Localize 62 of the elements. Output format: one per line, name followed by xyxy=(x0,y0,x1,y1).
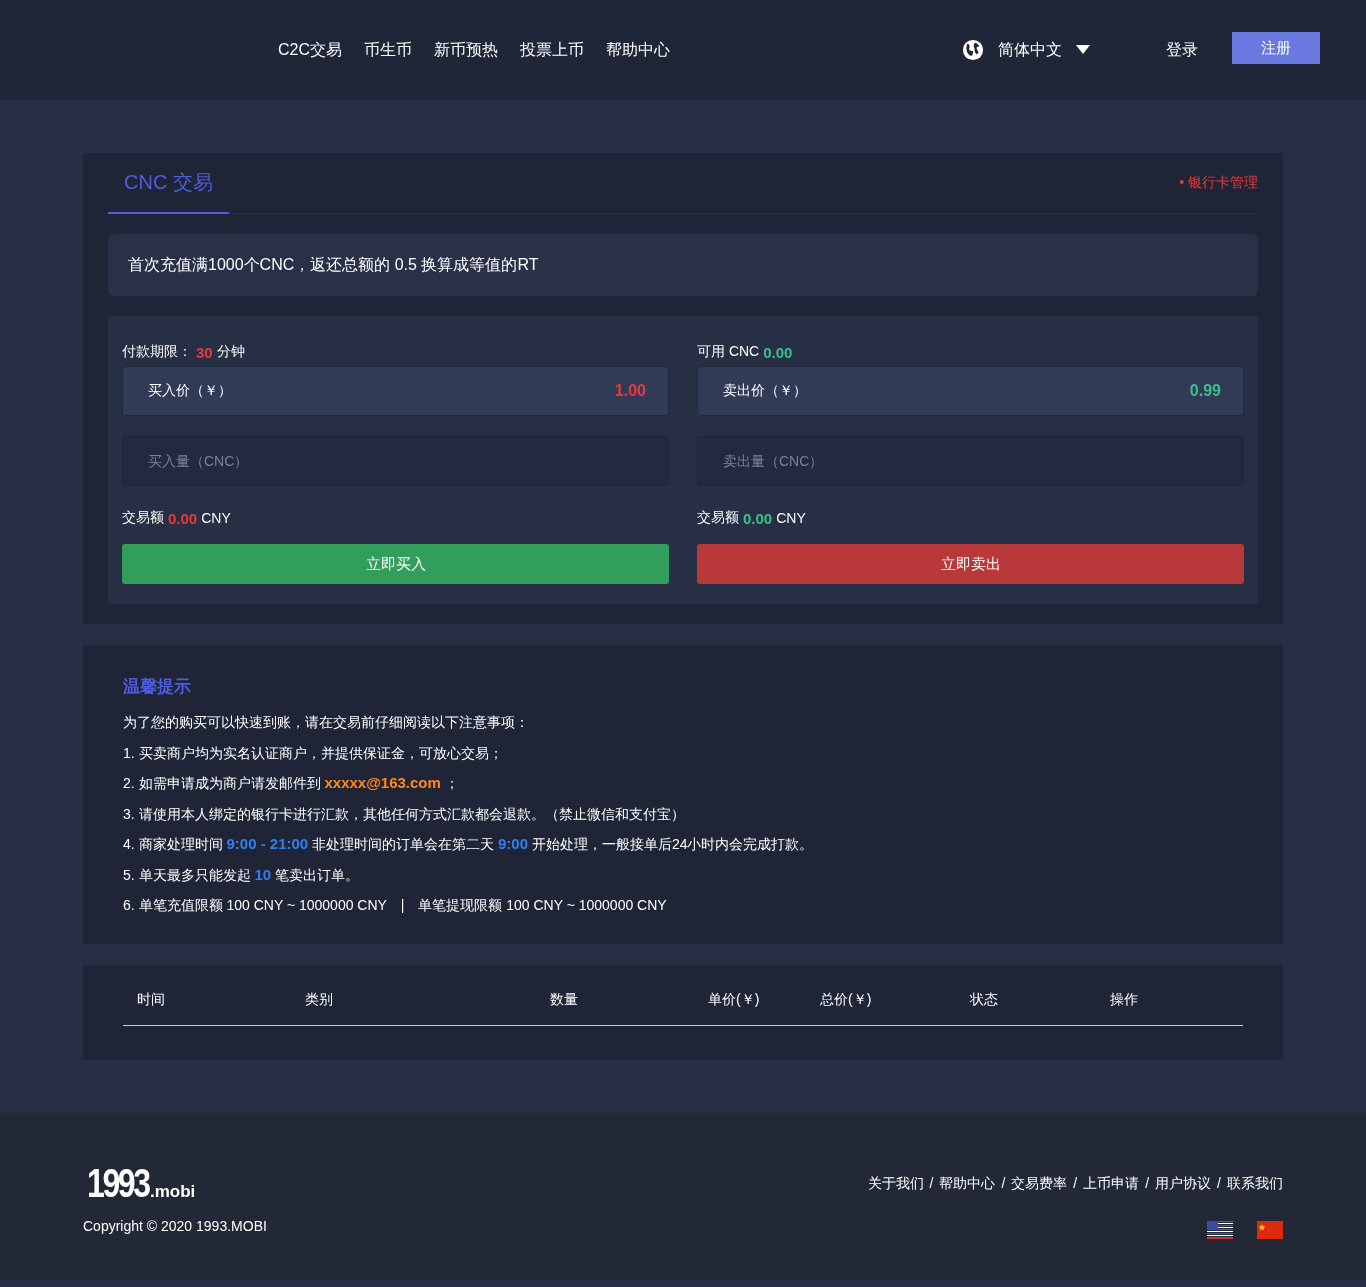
column-header: 操作 xyxy=(1110,990,1139,1009)
bank-card-link[interactable]: • 银行卡管理 xyxy=(1179,174,1258,192)
tip-text: 1. 买卖商户均为实名认证商户，并提供保证金，可放心交易； xyxy=(123,743,504,763)
amount-input[interactable]: 卖出量（CNC） xyxy=(697,436,1244,486)
footer-link[interactable]: 用户协议 xyxy=(1155,1174,1212,1193)
price-field[interactable]: 卖出价（￥） 0.99 xyxy=(697,366,1244,416)
nav-link[interactable]: 帮助中心 xyxy=(606,35,670,65)
link-separator: / xyxy=(929,1174,934,1193)
register-button[interactable]: 注册 xyxy=(1232,32,1320,64)
column-header: 状态 xyxy=(970,990,999,1009)
total-label: 交易额 xyxy=(122,509,164,527)
tip-text: 5. 单天最多只能发起 10 笔卖出订单。 xyxy=(123,864,361,885)
china-flag-icon[interactable] xyxy=(1257,1220,1283,1239)
footer-link[interactable]: 联系我们 xyxy=(1227,1174,1283,1193)
language-selector[interactable]: 简体中文 xyxy=(998,39,1062,61)
promo-banner: 首次充值满1000个CNC，返还总额的 0.5 换算成等值的RT xyxy=(108,234,1258,296)
link-separator: / xyxy=(1073,1174,1078,1193)
tip-text: 6. 单笔充值限额 100 CNY ~ 1000000 CNY | 单笔提现限额 100 CNY ~ 1000000 CNY xyxy=(123,896,668,915)
price-label: 买入价（￥） xyxy=(148,382,232,400)
price-field[interactable]: 买入价（￥） 1.00 xyxy=(122,366,669,416)
tip-text: 2. 如需申请成为商户请发邮件到 xxxxx@163.com ； xyxy=(123,773,460,793)
tip-text: 4. 商家处理时间 9:00 - 21:00 非处理时间的订单会在第二天 9:00 开始处理，一般接单后24小时内会完成打款。 xyxy=(123,834,815,854)
link-separator: / xyxy=(1145,1174,1150,1193)
footer-link[interactable]: 上币申请 xyxy=(1083,1174,1140,1193)
us-flag-icon[interactable] xyxy=(1207,1220,1233,1239)
nav-link[interactable]: 投票上币 xyxy=(520,35,584,65)
price-value: 1.00 xyxy=(614,382,646,400)
total-value: 0.00 xyxy=(743,509,773,527)
nav-link[interactable]: C2C交易 xyxy=(278,35,342,65)
total-value: 0.00 xyxy=(168,509,198,527)
info-label: 付款期限： xyxy=(122,343,192,361)
nav-link[interactable]: 币生币 xyxy=(364,35,412,65)
login-link[interactable]: 登录 xyxy=(1166,39,1198,61)
footer-link[interactable]: 关于我们 xyxy=(867,1174,924,1193)
total-unit: CNY xyxy=(201,510,231,526)
amount-input[interactable]: 买入量（CNC） xyxy=(122,436,669,486)
column-header: 单价(￥) xyxy=(708,990,761,1009)
site-logo: 1993.mobi xyxy=(87,1160,197,1206)
info-value: 30 xyxy=(196,343,213,361)
column-header: 数量 xyxy=(550,990,579,1009)
info-unit: 分钟 xyxy=(216,343,245,361)
info-value: 0.00 xyxy=(763,343,793,361)
column-header: 类别 xyxy=(305,990,334,1009)
price-label: 卖出价（￥） xyxy=(723,382,807,400)
globe-icon xyxy=(962,39,984,61)
price-value: 0.99 xyxy=(1189,382,1221,400)
tip-text: 3. 请使用本人绑定的银行卡进行汇款，其他任何方式汇款都会退款。（禁止微信和支付宝） xyxy=(123,804,686,824)
copyright-text: Copyright © 2020 1993.MOBI xyxy=(83,1217,267,1234)
sell-button[interactable]: 立即卖出 xyxy=(697,544,1244,584)
tips-title: 温馨提示 xyxy=(123,676,192,698)
column-header: 总价(￥) xyxy=(820,990,873,1009)
nav-link[interactable]: 新币预热 xyxy=(434,35,498,65)
footer-link[interactable]: 交易费率 xyxy=(1011,1174,1068,1193)
total-label: 交易额 xyxy=(697,509,739,527)
link-separator: / xyxy=(1001,1174,1006,1193)
total-unit: CNY xyxy=(776,510,806,526)
footer-link[interactable]: 帮助中心 xyxy=(939,1174,996,1193)
tip-text: 为了您的购买可以快速到账，请在交易前仔细阅读以下注意事项： xyxy=(123,713,530,732)
column-header: 时间 xyxy=(137,990,166,1009)
info-label: 可用 CNC xyxy=(697,343,760,361)
caret-icon xyxy=(1076,45,1090,55)
link-separator: / xyxy=(1217,1174,1221,1193)
